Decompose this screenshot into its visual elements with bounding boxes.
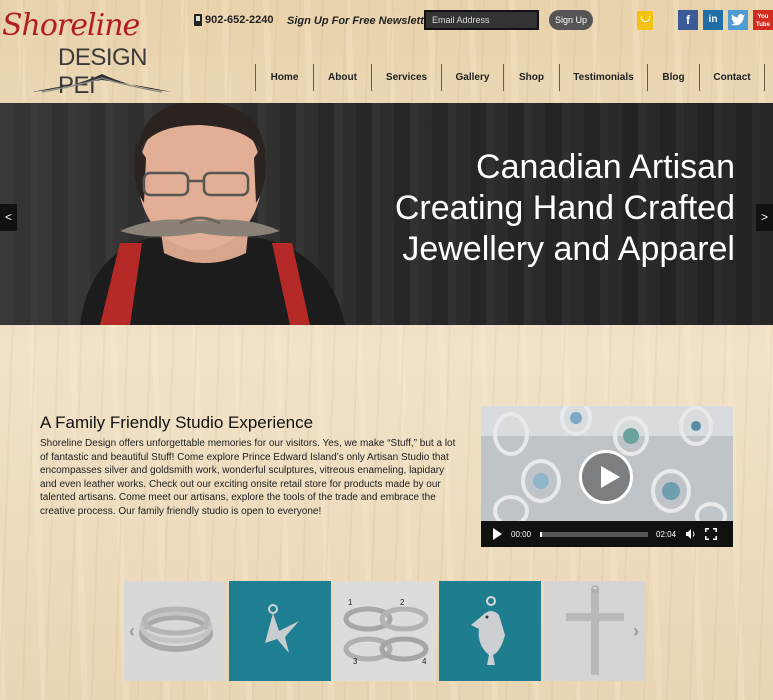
nav-testimonials[interactable]: Testimonials — [559, 64, 647, 91]
gallery-item-raven-pendant[interactable] — [439, 581, 541, 681]
logo-script-text: Shoreline — [2, 8, 140, 43]
video-progress-bar[interactable] — [540, 531, 649, 537]
nav-gallery[interactable]: Gallery — [441, 64, 503, 91]
ring-number-3: 3 — [353, 657, 358, 666]
hero-next-button[interactable]: > — [756, 204, 773, 231]
signup-button[interactable]: Sign Up — [549, 10, 593, 30]
linkedin-icon[interactable]: in — [703, 10, 723, 30]
nav-blog[interactable]: Blog — [647, 64, 699, 91]
video-duration: 02:04 — [656, 529, 677, 539]
gallery-next-arrow[interactable]: › — [633, 621, 639, 642]
hero-prev-button[interactable]: < — [0, 204, 17, 231]
product-gallery: 1 2 3 4 — [124, 581, 648, 681]
site-logo[interactable]: Shoreline DESIGN PEI — [2, 6, 172, 99]
nav-shop[interactable]: Shop — [503, 64, 559, 91]
about-body: Shoreline Design offers unforgettable me… — [40, 438, 456, 517]
main-nav: Home About Services Gallery Shop Testimo… — [255, 64, 765, 91]
play-icon[interactable] — [493, 528, 502, 540]
gallery-item-stacking-rings[interactable]: 1 2 3 4 — [334, 581, 436, 681]
video-current-time: 00:00 — [511, 529, 532, 539]
hero-line-2: Creating Hand Crafted — [394, 189, 735, 227]
gallery-prev-arrow[interactable]: ‹ — [129, 621, 135, 642]
video-controls: 00:00 02:04 — [481, 521, 733, 547]
ring-number-4: 4 — [422, 657, 427, 666]
ring-number-1: 1 — [348, 598, 353, 607]
nav-about[interactable]: About — [313, 64, 371, 91]
hero-artisan-image — [80, 103, 345, 325]
phone-text: 902-652-2240 — [205, 14, 274, 26]
gallery-item-silver-ring[interactable] — [124, 581, 226, 681]
cart-icon[interactable] — [637, 11, 653, 30]
gallery-item-cross-pendant[interactable] — [544, 581, 646, 681]
newsletter-label: Sign Up For Free Newsletter — [287, 15, 435, 27]
hero-line-3: Jewellery and Apparel — [402, 230, 735, 268]
hero-slider: Canadian Artisan Creating Hand Crafted J… — [0, 103, 773, 325]
nav-services[interactable]: Services — [371, 64, 441, 91]
about-title: A Family Friendly Studio Experience — [40, 413, 314, 432]
youtube-icon[interactable]: You Tube — [753, 10, 773, 30]
video-player[interactable]: 00:00 02:04 — [481, 406, 733, 547]
ring-number-2: 2 — [400, 598, 405, 607]
facebook-icon[interactable]: f — [678, 10, 698, 30]
fullscreen-icon[interactable] — [705, 528, 718, 540]
gallery-item-hummingbird-pendant[interactable] — [229, 581, 331, 681]
site-header: Shoreline DESIGN PEI 902-652-2240 Sign U… — [0, 0, 773, 103]
hero-line-1: Canadian Artisan — [476, 148, 735, 186]
logo-wave-icon — [32, 74, 172, 93]
volume-icon[interactable] — [686, 529, 696, 539]
hero-headline: Canadian Artisan Creating Hand Crafted J… — [335, 147, 735, 270]
stacking-rings-image — [343, 606, 429, 662]
twitter-icon[interactable] — [728, 10, 748, 30]
video-play-overlay-icon[interactable] — [579, 450, 633, 504]
nav-contact[interactable]: Contact — [699, 64, 765, 91]
phone-number[interactable]: 902-652-2240 — [194, 14, 274, 26]
nav-home[interactable]: Home — [255, 64, 313, 91]
phone-icon — [194, 14, 202, 26]
email-input[interactable] — [424, 10, 539, 30]
video-progress-fill — [540, 531, 543, 537]
